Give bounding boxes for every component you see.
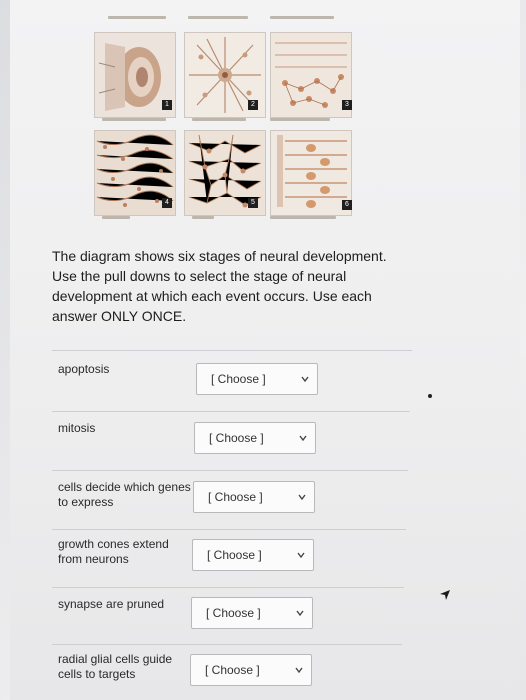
panel-2-caption [188, 16, 248, 19]
chevron-down-icon [301, 376, 309, 383]
panel-number-5: 5 [248, 198, 258, 208]
panel-number-1: 1 [162, 100, 172, 110]
chevron-down-icon [297, 552, 305, 559]
panel-number-3: 3 [342, 100, 352, 110]
select-value: [ Choose ] [206, 606, 261, 620]
question-label-mitosis: mitosis [58, 421, 96, 435]
chevron-down-icon [295, 667, 303, 674]
stage-select-growth-cones[interactable]: [ Choose ] [192, 539, 314, 571]
row-divider [52, 529, 406, 530]
row-divider [52, 587, 404, 588]
stage-select-radial-glia[interactable]: [ Choose ] [190, 654, 312, 686]
panel-6-bottom-caption [270, 216, 336, 219]
question-label-synapse-pruned: synapse are pruned [58, 597, 165, 611]
chevron-down-icon [298, 494, 306, 501]
panel-1-caption [108, 16, 166, 19]
question-label-radial-glia: radial glial cells guide cells to target… [58, 652, 173, 681]
question-label-apoptosis: apoptosis [58, 362, 110, 376]
question-label-gene-expression: cells decide which genes to express [58, 480, 191, 509]
select-value: [ Choose ] [205, 663, 260, 677]
select-value: [ Choose ] [208, 490, 263, 504]
question-label-growth-cones: growth cones extend from neurons [58, 537, 169, 566]
stage-select-apoptosis[interactable]: [ Choose ] [196, 363, 318, 395]
row-divider [52, 644, 402, 645]
stage-panel-3 [270, 32, 352, 118]
panel-6-caption [270, 118, 330, 121]
chevron-down-icon [296, 610, 304, 617]
stage-select-synapse-pruned[interactable]: [ Choose ] [191, 597, 313, 629]
panel-5-caption [192, 118, 246, 121]
panel-number-6: 6 [342, 200, 352, 210]
stage-select-gene-expression[interactable]: [ Choose ] [193, 481, 315, 513]
panel-4-caption [102, 118, 166, 121]
panel-3-caption [270, 16, 334, 19]
panel-5-bottom-caption [192, 216, 214, 219]
row-divider [52, 470, 408, 471]
stage-panel-6 [270, 130, 352, 216]
row-divider [52, 411, 410, 412]
quiz-page: 1 2 3 4 5 6 The diagram shows six stages… [10, 0, 520, 700]
scroll-marker [428, 394, 432, 398]
panel-number-4: 4 [162, 198, 172, 208]
select-value: [ Choose ] [209, 431, 264, 445]
neural-development-figure: 1 2 3 4 5 6 [88, 14, 356, 224]
question-prompt: The diagram shows six stages of neural d… [52, 248, 387, 324]
row-divider [52, 350, 412, 351]
panel-4-bottom-caption [102, 216, 130, 219]
panel-number-2: 2 [248, 100, 258, 110]
mouse-cursor-icon [440, 590, 450, 600]
chevron-down-icon [299, 435, 307, 442]
stage-select-mitosis[interactable]: [ Choose ] [194, 422, 316, 454]
select-value: [ Choose ] [207, 548, 262, 562]
select-value: [ Choose ] [211, 372, 266, 386]
